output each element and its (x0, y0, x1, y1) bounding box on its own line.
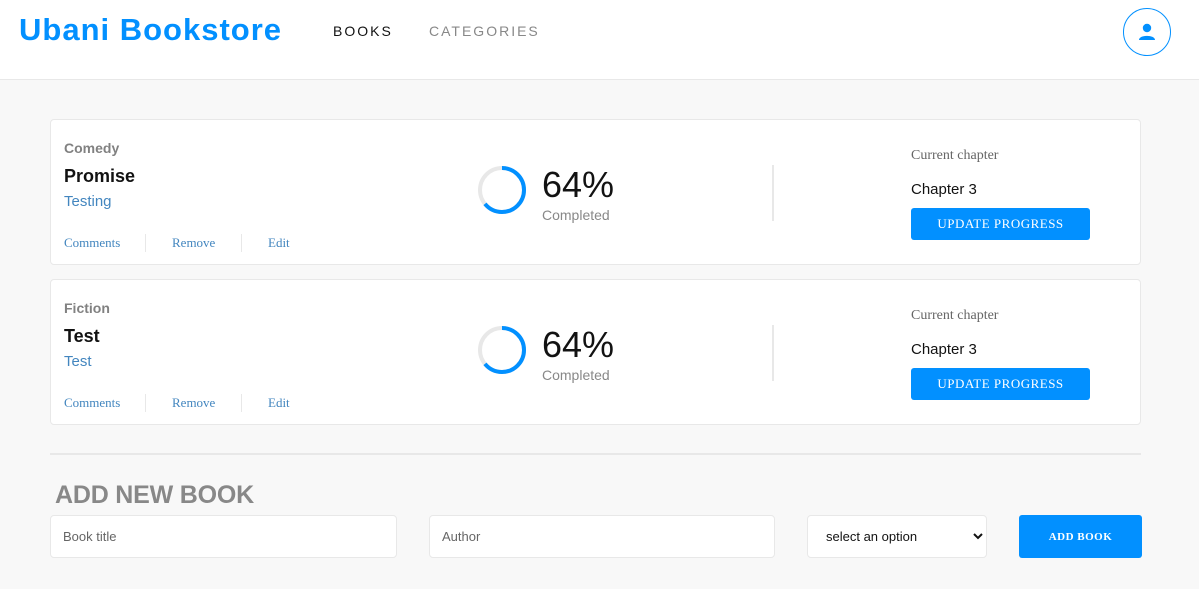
brand-logo[interactable]: Ubani Bookstore (19, 12, 282, 48)
progress-completed-label: Completed (542, 367, 610, 383)
remove-button[interactable]: Remove (146, 235, 241, 251)
update-progress-button[interactable]: UPDATE PROGRESS (911, 208, 1090, 240)
current-chapter-label: Current chapter (911, 148, 999, 163)
edit-button[interactable]: Edit (242, 235, 290, 251)
book-actions: Comments Remove Edit (64, 394, 290, 412)
progress-ring (478, 326, 526, 374)
app-header: Ubani Bookstore BOOKS CATEGORIES (0, 0, 1199, 80)
progress-percent: 64% (542, 324, 615, 365)
current-chapter: Chapter 3 (911, 181, 977, 198)
update-progress-button[interactable]: UPDATE PROGRESS (911, 368, 1090, 400)
book-genre: Fiction (64, 300, 110, 316)
progress-completed-label: Completed (542, 207, 610, 223)
author-input[interactable] (429, 515, 775, 558)
book-card: Comedy Promise Testing Comments Remove E… (50, 119, 1141, 265)
book-genre: Comedy (64, 140, 120, 156)
add-book-button[interactable]: ADD BOOK (1019, 515, 1142, 558)
current-chapter: Chapter 3 (911, 341, 977, 358)
edit-button[interactable]: Edit (242, 395, 290, 411)
book-author[interactable]: Test (64, 353, 92, 370)
section-divider (50, 453, 1141, 455)
book-actions: Comments Remove Edit (64, 234, 290, 252)
nav-books[interactable]: BOOKS (333, 23, 393, 39)
user-icon (1139, 23, 1155, 40)
current-chapter-label: Current chapter (911, 308, 999, 323)
user-avatar-button[interactable] (1123, 8, 1171, 56)
comments-button[interactable]: Comments (64, 395, 145, 411)
progress-ring (478, 166, 526, 214)
book-card: Fiction Test Test Comments Remove Edit 6… (50, 279, 1141, 425)
book-title: Promise (64, 166, 136, 186)
book-title-input[interactable] (50, 515, 397, 558)
comments-button[interactable]: Comments (64, 235, 145, 251)
vertical-divider (772, 325, 774, 381)
book-title: Test (64, 326, 100, 346)
book-author[interactable]: Testing (64, 193, 112, 210)
add-book-title: ADD NEW BOOK (55, 481, 254, 509)
category-select[interactable]: select an option (807, 515, 987, 558)
progress-percent: 64% (542, 164, 615, 205)
remove-button[interactable]: Remove (146, 395, 241, 411)
nav-categories[interactable]: CATEGORIES (429, 23, 540, 39)
vertical-divider (772, 165, 774, 221)
